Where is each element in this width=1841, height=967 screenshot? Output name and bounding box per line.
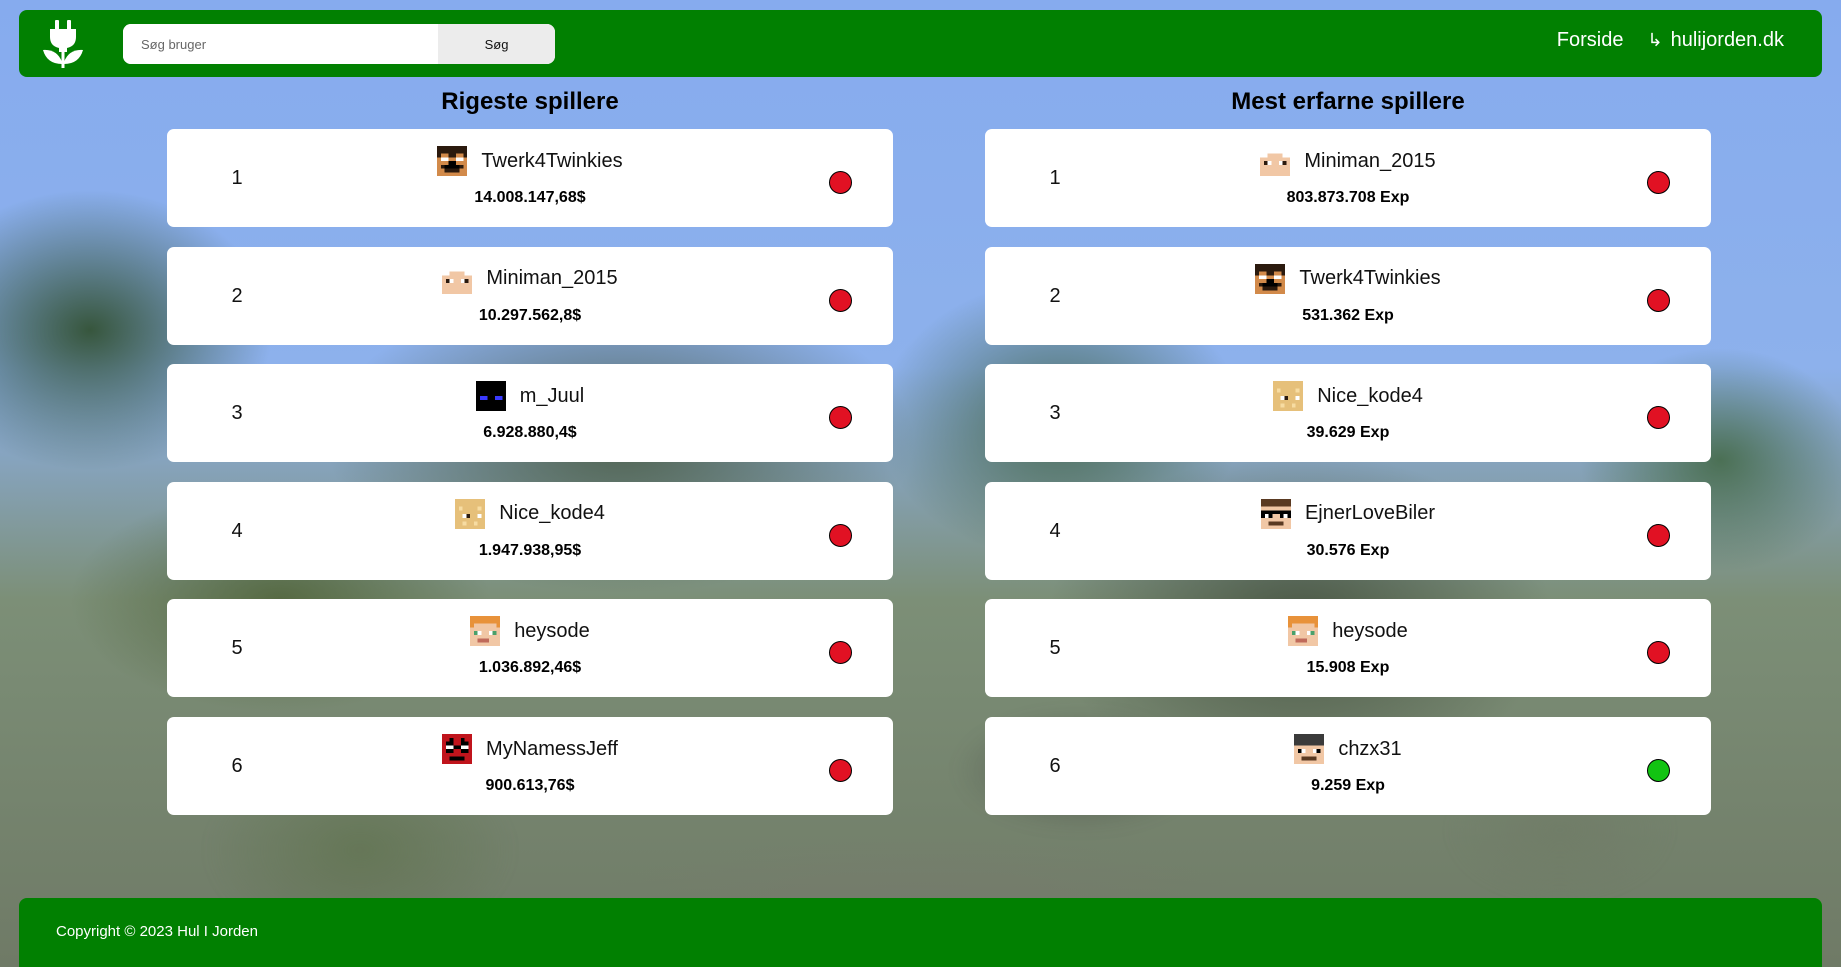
player-value: 39.629 Exp (1306, 424, 1390, 442)
player-avatar-icon (1260, 498, 1291, 529)
player-value: 30.576 Exp (1306, 541, 1390, 559)
player-name[interactable]: m_Juul (520, 385, 584, 408)
plug-sprout-logo-icon[interactable] (39, 18, 87, 70)
experienced-players-title: Mest erfarne spillere (1231, 88, 1465, 115)
player-avatar-icon (442, 734, 473, 764)
player-identity: MyNamessJeff (167, 734, 893, 764)
player-card[interactable]: 6 chzx31 9.259 Exp (985, 717, 1711, 815)
player-avatar-icon (1288, 616, 1319, 647)
player-avatar-icon (1273, 381, 1304, 412)
player-value: 10.297.562,8$ (478, 306, 582, 324)
player-avatar-icon (1260, 146, 1291, 176)
player-identity: Nice_kode4 (167, 498, 893, 529)
player-name[interactable]: EjnerLoveBiler (1305, 502, 1435, 525)
player-card[interactable]: 4 EjnerLoveBiler 30.576 Exp (985, 481, 1711, 580)
offline-status-icon (829, 171, 852, 194)
player-identity: heysode (167, 616, 893, 647)
player-avatar-icon (470, 616, 501, 647)
player-avatar-icon (1255, 263, 1286, 294)
player-value: 14.008.147,68$ (474, 189, 586, 206)
player-card[interactable]: 5 heysode 15.908 Exp (985, 599, 1711, 698)
player-card[interactable]: 3 m_Juul 6.928.880,4$ (167, 364, 893, 463)
offline-status-icon (1647, 288, 1670, 312)
nav-links: Forside ↳ hulijorden.dk (1557, 29, 1784, 52)
player-identity: Nice_kode4 (985, 381, 1711, 412)
player-avatar-icon (437, 146, 468, 176)
footer: Copyright © 2023 Hul I Jorden (19, 898, 1822, 967)
player-value: 900.613,76$ (485, 777, 575, 794)
player-value: 803.873.708 Exp (1286, 189, 1410, 206)
player-value: 1.947.938,95$ (478, 541, 582, 559)
search-input[interactable] (123, 24, 438, 64)
player-value: 15.908 Exp (1306, 659, 1390, 677)
richest-players-section: Rigeste spillere 1 Twerk4Twinkies 14.008.1… (167, 86, 893, 815)
offline-status-icon (1647, 523, 1670, 547)
player-identity: EjnerLoveBiler (985, 498, 1711, 529)
player-avatar-icon (1294, 734, 1325, 764)
player-name[interactable]: MyNamessJeff (486, 738, 618, 761)
offline-status-icon (829, 288, 852, 312)
player-card[interactable]: 1 Miniman_2015 803.873.708 Exp (985, 129, 1711, 227)
player-identity: Twerk4Twinkies (985, 263, 1711, 294)
player-card[interactable]: 5 heysode 1.036.892,46$ (167, 599, 893, 698)
player-identity: m_Juul (167, 381, 893, 412)
player-name[interactable]: chzx31 (1338, 738, 1401, 761)
player-name[interactable]: Nice_kode4 (499, 502, 605, 525)
player-avatar-icon (455, 498, 486, 529)
player-name[interactable]: Twerk4Twinkies (1299, 267, 1440, 290)
copyright-text: Copyright © 2023 Hul I Jorden (56, 923, 258, 940)
player-identity: Miniman_2015 (985, 146, 1711, 176)
player-value: 1.036.892,46$ (478, 659, 582, 677)
player-identity: Twerk4Twinkies (167, 146, 893, 176)
player-identity: heysode (985, 616, 1711, 647)
player-card[interactable]: 3 Nice_kode4 39.629 Exp (985, 364, 1711, 463)
nav-external-link[interactable]: ↳ hulijorden.dk (1647, 29, 1784, 52)
player-card[interactable]: 6 MyNamessJeff 900.613,76$ (167, 717, 893, 815)
search-button[interactable]: Søg (438, 24, 555, 64)
player-name[interactable]: Miniman_2015 (1304, 150, 1435, 173)
player-avatar-icon (475, 381, 506, 412)
player-card[interactable]: 4 Nice_kode4 1.947.938,95$ (167, 481, 893, 580)
player-name[interactable]: heysode (1332, 620, 1408, 643)
player-identity: chzx31 (985, 734, 1711, 764)
player-value: 531.362 Exp (1302, 306, 1394, 324)
experienced-players-section: Mest erfarne spillere 1 Miniman_2015 803.8… (985, 86, 1711, 815)
player-card[interactable]: 2 Miniman_2015 10.297.562,8$ (167, 246, 893, 345)
player-name[interactable]: heysode (514, 620, 590, 643)
player-card[interactable]: 1 Twerk4Twinkies 14.008.147,68$ (167, 129, 893, 227)
search-bar: Søg (123, 24, 555, 64)
online-status-icon (1647, 759, 1670, 782)
player-avatar-icon (442, 263, 473, 294)
player-name[interactable]: Twerk4Twinkies (481, 150, 622, 173)
player-name[interactable]: Miniman_2015 (486, 267, 617, 290)
nav-external-label: hulijorden.dk (1670, 29, 1784, 51)
player-identity: Miniman_2015 (167, 263, 893, 294)
return-arrow-icon: ↳ (1647, 30, 1663, 50)
player-name[interactable]: Nice_kode4 (1317, 385, 1423, 408)
player-value: 6.928.880,4$ (483, 424, 577, 442)
offline-status-icon (829, 523, 852, 547)
offline-status-icon (829, 759, 852, 782)
richest-players-title: Rigeste spillere (441, 88, 619, 115)
top-navbar: Søg Forside ↳ hulijorden.dk (19, 10, 1822, 77)
nav-home-link[interactable]: Forside (1557, 29, 1624, 52)
player-value: 9.259 Exp (1311, 777, 1385, 794)
player-card[interactable]: 2 Twerk4Twinkies 531.362 Exp (985, 246, 1711, 345)
offline-status-icon (1647, 171, 1670, 194)
